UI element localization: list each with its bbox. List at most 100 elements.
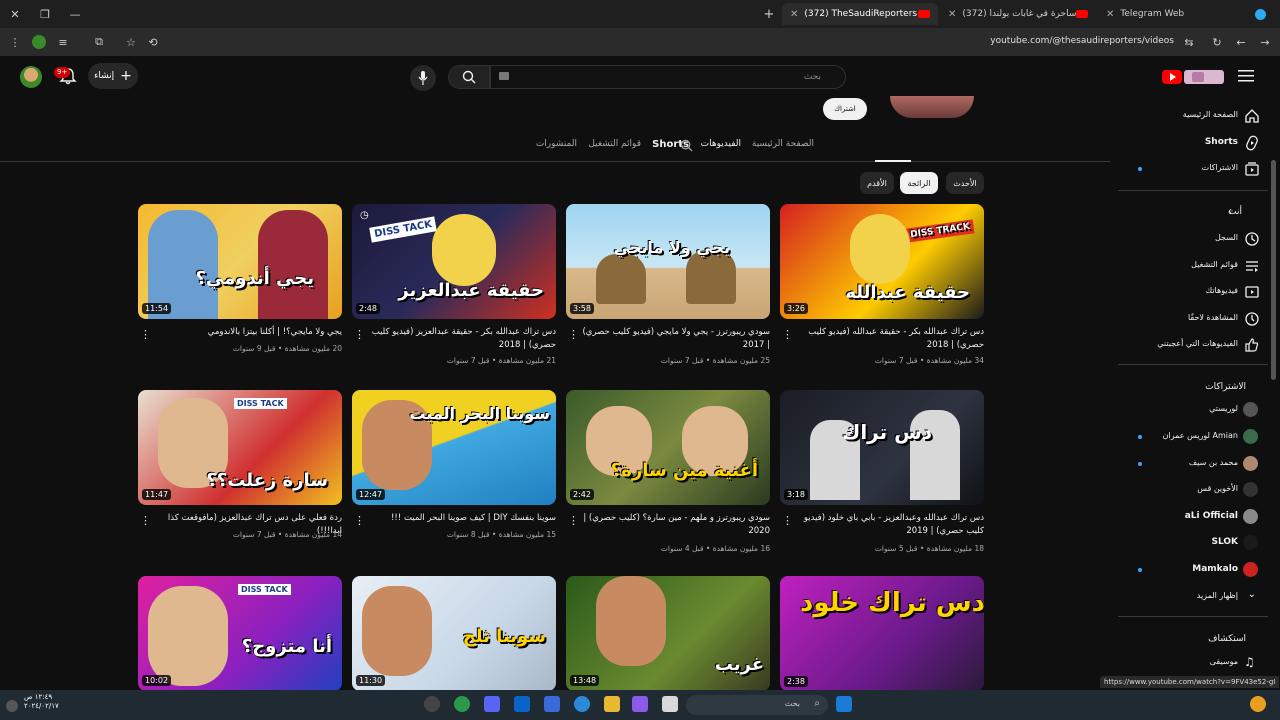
sidebar-item-your-videos[interactable]: فيديوهاتك bbox=[1118, 279, 1268, 305]
more-options-icon[interactable]: ⋮ bbox=[568, 328, 579, 341]
collections-icon[interactable]: ≡ bbox=[56, 35, 70, 49]
menu-dots-icon[interactable]: ⋮ bbox=[8, 35, 22, 49]
video-thumbnail[interactable]: DISS TRACK حقيقة عبدالله 3:26 bbox=[780, 204, 984, 319]
video-thumbnail[interactable]: سوينا ثلج 11:30 bbox=[352, 576, 556, 691]
tab-telegram[interactable]: ✕ Telegram Web bbox=[1098, 3, 1274, 25]
close-window-icon[interactable]: ✕ bbox=[8, 7, 22, 21]
video-thumbnail[interactable]: أغنية مين سارة؟ 2:42 bbox=[566, 390, 770, 505]
refresh-icon[interactable]: ↻ bbox=[1210, 35, 1224, 49]
video-thumbnail[interactable]: سوينا البحر الميت 12:47 bbox=[352, 390, 556, 505]
sidebar-subscription[interactable]: aLi Official bbox=[1118, 504, 1268, 530]
minimize-window-icon[interactable]: — bbox=[68, 7, 82, 21]
avatar[interactable] bbox=[20, 66, 42, 88]
file-explorer-icon[interactable] bbox=[604, 696, 620, 712]
chrome-icon[interactable] bbox=[454, 696, 470, 712]
more-options-icon[interactable]: ⋮ bbox=[568, 514, 579, 527]
more-options-icon[interactable]: ⋮ bbox=[782, 514, 793, 527]
video-title[interactable]: سودي ريبورترز - يجي ولا مايجي (فيديو كلي… bbox=[580, 326, 770, 352]
sidebar-item-liked-videos[interactable]: الفيديوهات التي أعجبتني bbox=[1118, 332, 1268, 358]
more-options-icon[interactable]: ⋮ bbox=[354, 514, 365, 527]
sidebar-subscription[interactable]: SLOK bbox=[1118, 530, 1268, 556]
sidebar-subscription[interactable]: Mamkalo bbox=[1118, 557, 1268, 583]
keyboard-icon[interactable] bbox=[499, 72, 509, 80]
url-text[interactable]: youtube.com/@thesaudireporters/videos bbox=[990, 36, 1174, 46]
tab-playlists[interactable]: قوائم التشغيل bbox=[588, 139, 641, 149]
sidebar-item-music[interactable]: موسيقى ♫ bbox=[1118, 650, 1268, 676]
new-tab-icon[interactable]: + bbox=[762, 7, 776, 22]
edge-icon[interactable] bbox=[574, 696, 590, 712]
discord-icon[interactable] bbox=[484, 696, 500, 712]
video-thumbnail[interactable]: DISS TACK أنا متزوج؟ 10:02 bbox=[138, 576, 342, 691]
forward-arrow-icon[interactable]: → bbox=[1258, 35, 1272, 49]
video-title[interactable]: دس تراك عبدالله وعبدالعزيز - بابي باي خل… bbox=[794, 512, 984, 538]
sidebar-subscription[interactable]: الأخوين قس bbox=[1118, 477, 1268, 503]
tab-youtube-poland[interactable]: ✕ (372) جولة ساحرة في غابات بولندا bbox=[940, 3, 1096, 25]
store-icon[interactable] bbox=[544, 696, 560, 712]
watch-later-icon[interactable]: ◷ bbox=[360, 210, 369, 221]
more-options-icon[interactable]: ⋮ bbox=[140, 328, 151, 341]
restore-window-icon[interactable]: ❐ bbox=[38, 7, 52, 21]
app-icon[interactable] bbox=[424, 696, 440, 712]
favorites-star-icon[interactable]: ☆ bbox=[124, 35, 138, 49]
tab-videos[interactable]: الفيديوهات bbox=[701, 139, 741, 149]
sidebar-item-home[interactable]: الصفحة الرئيسية bbox=[1118, 103, 1268, 129]
video-thumbnail[interactable]: دس تراك خلود 2:38 bbox=[780, 576, 984, 691]
channel-avatar[interactable] bbox=[890, 96, 974, 118]
channel-search-icon[interactable] bbox=[680, 139, 693, 152]
voice-search-button[interactable] bbox=[410, 65, 436, 91]
hamburger-menu-icon[interactable] bbox=[1238, 69, 1254, 83]
chip-oldest[interactable]: الأقدم bbox=[860, 172, 894, 194]
sidebar-item-shorts[interactable]: Shorts bbox=[1118, 130, 1268, 156]
tab-close-icon[interactable]: ✕ bbox=[1106, 9, 1114, 20]
taskbar-search[interactable]: بحث ⌕ bbox=[686, 695, 828, 715]
sidebar-subscription[interactable]: لوريس عمران Amian bbox=[1118, 424, 1268, 450]
weather-icon[interactable] bbox=[1250, 696, 1266, 712]
notifications-icon[interactable] bbox=[6, 700, 18, 712]
extensions-icon[interactable]: ⧉ bbox=[92, 35, 106, 49]
youtube-logo[interactable] bbox=[1162, 68, 1226, 86]
back-arrow-icon[interactable]: ← bbox=[1234, 35, 1248, 49]
video-title[interactable]: دس تراك عبدالله بكر - حقيقة عبدالعزيز (ف… bbox=[366, 326, 556, 352]
scrollbar[interactable] bbox=[1271, 160, 1276, 380]
video-thumbnail[interactable]: دس تراك 3:18 bbox=[780, 390, 984, 505]
reader-mode-icon[interactable]: ⇆ bbox=[1182, 35, 1196, 49]
video-thumbnail[interactable]: DISS TACK سارة زعلت؟؟ 11:47 bbox=[138, 390, 342, 505]
system-clock[interactable]: ١٢:٤٩ ص ٢٠٢٤/٠٢/١٧ bbox=[24, 693, 59, 711]
sidebar-item-subscriptions[interactable]: الاشتراكات bbox=[1118, 156, 1268, 182]
video-thumbnail[interactable]: DISS TACK حقيقة عبدالعزيز 2:48 ◷ bbox=[352, 204, 556, 319]
sidebar-item-watch-later[interactable]: المشاهدة لاحقًا bbox=[1118, 306, 1268, 332]
outlook-icon[interactable] bbox=[514, 696, 530, 712]
windows-start-icon[interactable] bbox=[836, 696, 852, 712]
sidebar-item-history[interactable]: السجل bbox=[1118, 226, 1268, 252]
video-title[interactable]: سودي ريبورترز و ملهم - مين سارة؟ (كليب ح… bbox=[580, 512, 770, 538]
chip-popular[interactable]: الرائجة bbox=[900, 172, 938, 194]
sidebar-item-playlists[interactable]: قوائم التشغيل bbox=[1118, 253, 1268, 279]
tab-youtube-saudireporters[interactable]: ✕ (372) TheSaudiReporters | سودي ريبورتر… bbox=[782, 3, 938, 25]
more-options-icon[interactable]: ⋮ bbox=[782, 328, 793, 341]
sidebar-show-more[interactable]: إظهار المزيد ⌄ bbox=[1118, 584, 1268, 610]
video-title[interactable]: دس تراك عبدالله بكر - حقيقة عبدالله (فيد… bbox=[794, 326, 984, 352]
copilot-icon[interactable] bbox=[632, 696, 648, 712]
search-input[interactable]: بحث bbox=[490, 65, 846, 89]
subscribe-button[interactable]: اشتراك bbox=[823, 98, 867, 120]
video-thumbnail[interactable]: يجي أندومي؟ 11:54 bbox=[138, 204, 342, 319]
more-options-icon[interactable]: ⋮ bbox=[140, 514, 151, 527]
profile-icon[interactable] bbox=[32, 35, 46, 49]
split-screen-icon[interactable]: ⟲ bbox=[146, 35, 160, 49]
search-button[interactable] bbox=[448, 65, 490, 89]
sidebar-you-header[interactable]: أنت ‹ bbox=[1118, 200, 1268, 226]
video-title[interactable]: سوينا بنفسك DIY | كيف صوينا البحر الميت … bbox=[366, 512, 556, 525]
sidebar-subscription[interactable]: محمد بن سيف bbox=[1118, 451, 1268, 477]
chip-latest[interactable]: الأحدث bbox=[946, 172, 984, 194]
sidebar-subscription[interactable]: لوريستي bbox=[1118, 397, 1268, 423]
tab-home[interactable]: الصفحة الرئيسية bbox=[752, 139, 814, 149]
more-options-icon[interactable]: ⋮ bbox=[354, 328, 365, 341]
video-title[interactable]: يجي ولا مايجي؟! | أكلنا بيتزا بالاندومي bbox=[152, 326, 342, 339]
tab-posts[interactable]: المنشورات bbox=[536, 139, 577, 149]
tab-close-icon[interactable]: ✕ bbox=[948, 9, 956, 20]
tab-close-icon[interactable]: ✕ bbox=[790, 9, 798, 20]
create-button[interactable]: إنشاء + bbox=[88, 63, 138, 89]
notepad-icon[interactable] bbox=[662, 696, 678, 712]
video-thumbnail[interactable]: يجي ولا مايجي 3:58 bbox=[566, 204, 770, 319]
video-thumbnail[interactable]: غريب 13:48 bbox=[566, 576, 770, 691]
